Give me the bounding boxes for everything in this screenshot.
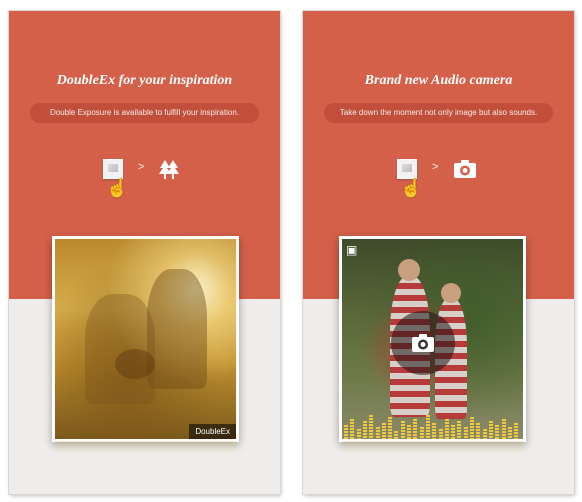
equalizer-bar [350, 419, 355, 439]
equalizer-bar [444, 419, 449, 439]
equalizer-bar [369, 415, 374, 439]
camera-icon [453, 159, 477, 182]
audio-capture-button[interactable] [391, 311, 455, 375]
tap-hand-icon: ☝ [400, 178, 423, 198]
equalizer-bar [394, 431, 399, 439]
equalizer-bar [400, 421, 405, 439]
equalizer-bar [388, 417, 393, 439]
photo-thumbnail-icon [103, 159, 123, 179]
equalizer-bar [375, 427, 380, 439]
subtitle-pill: Take down the moment not only image but … [324, 103, 553, 123]
equalizer-bar [407, 425, 411, 439]
arrow-right-icon: > [138, 161, 145, 173]
equalizer-bar [432, 423, 437, 439]
photo-reflection [55, 441, 236, 455]
equalizer-bar [425, 415, 430, 439]
screen-title: DoubleEx for your inspiration [56, 73, 233, 88]
equalizer-bar [419, 427, 424, 439]
photo-thumbnail-icon [397, 159, 417, 179]
tap-hand-icon: ☝ [106, 178, 129, 198]
camera-icon [412, 334, 434, 352]
equalizer-bar [381, 423, 386, 439]
subtitle-pill: Double Exposure is available to fulfill … [30, 103, 259, 123]
photo-label: DoubleEx [189, 424, 236, 439]
equalizer-bar [438, 429, 443, 439]
equalizer-bar [501, 419, 506, 439]
equalizer-bar [451, 425, 456, 439]
trees-icon [158, 159, 180, 184]
screen-title: Brand new Audio camera [364, 73, 513, 88]
screen-audio-camera: Brand new Audio camera Take down the mom… [303, 11, 574, 494]
equalizer-bar [463, 427, 468, 439]
gallery-icon[interactable]: ▣ [346, 243, 357, 257]
equalizer-bar [495, 425, 500, 439]
equalizer-bar [362, 421, 367, 439]
equalizer-bar [356, 429, 361, 439]
audio-equalizer [342, 413, 523, 439]
equalizer-bar [488, 421, 493, 439]
equalizer-bar [507, 427, 512, 439]
feature-icons: ☝ > [303, 159, 574, 205]
equalizer-bar [476, 423, 481, 439]
equalizer-bar [482, 429, 487, 439]
equalizer-bar [514, 423, 519, 439]
double-exposure-photo: DoubleEx [52, 236, 239, 442]
equalizer-bar [344, 425, 348, 439]
screen-doubleex: DoubleEx for your inspiration Double Exp… [9, 11, 280, 494]
equalizer-bar [470, 417, 474, 439]
equalizer-bar [413, 419, 418, 439]
feature-icons: ☝ > [9, 159, 280, 205]
arrow-right-icon: > [432, 161, 439, 173]
equalizer-bar [457, 421, 462, 439]
audio-photo: ▣ [339, 236, 526, 442]
photo-reflection [342, 441, 523, 455]
